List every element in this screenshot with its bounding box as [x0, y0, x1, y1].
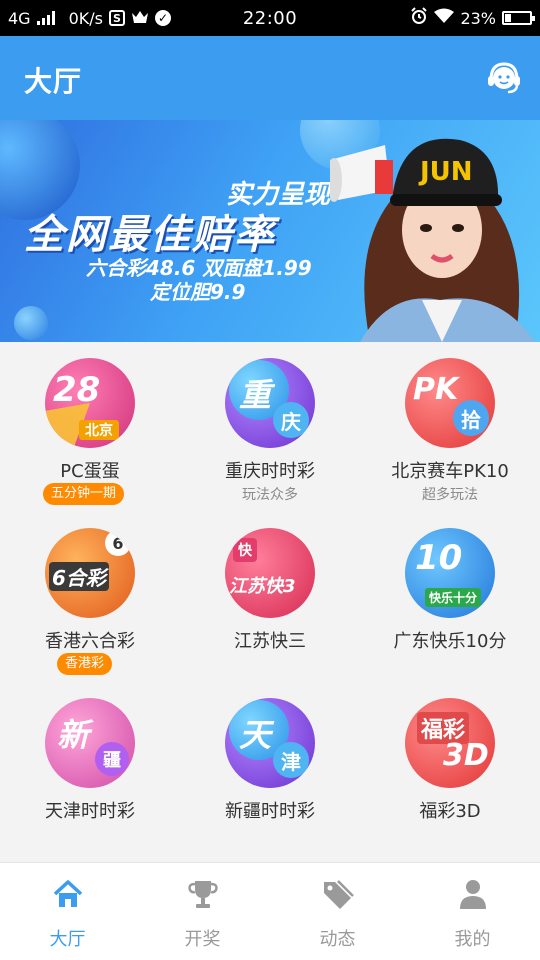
tab-label: 我的 — [454, 929, 491, 950]
person-icon — [459, 880, 486, 909]
game-hongkong-mark6[interactable]: 6合彩 6 香港六合彩 香港彩 — [0, 512, 180, 682]
tab-draw-results[interactable]: 开奖 — [135, 863, 270, 960]
guangdong-k10-icon: 10 快乐十分 — [405, 528, 495, 618]
game-name: 广东快乐10分 — [393, 631, 507, 652]
game-beijing-pk10[interactable]: PK 拾 北京赛车PK10 超多玩法 — [360, 342, 540, 512]
promo-banner[interactable]: 实力呈现 全网最佳赔率 六合彩48.6 双面盘1.99 定位胆9.9 JUN — [0, 120, 540, 342]
battery-percent: 23% — [460, 8, 496, 28]
game-name: 江苏快三 — [234, 631, 306, 652]
status-right: 23% — [410, 0, 535, 36]
game-fucai-3d[interactable]: 福彩 3D 福彩3D — [360, 682, 540, 852]
customer-service-icon[interactable] — [486, 60, 522, 96]
jiangsu-k3-icon: 快 江苏快3 — [225, 528, 315, 618]
tab-lobby[interactable]: 大厅 — [0, 863, 135, 960]
wifi-icon — [434, 8, 455, 28]
game-subtitle: 玩法众多 — [242, 487, 298, 503]
tab-label: 开奖 — [184, 929, 221, 950]
game-name: 新疆时时彩 — [225, 801, 315, 822]
game-xinjiang-ssc[interactable]: 天 津 新疆时时彩 — [180, 682, 360, 852]
game-tianjin-ssc[interactable]: 新 疆 天津时时彩 — [0, 682, 180, 852]
game-tag: 五分钟一期 — [43, 483, 125, 505]
page-title: 大厅 — [24, 65, 83, 98]
game-name: 重庆时时彩 — [225, 461, 315, 482]
game-jiangsu-k3[interactable]: 快 江苏快3 江苏快三 — [180, 512, 360, 682]
game-subtitle: 超多玩法 — [422, 487, 478, 503]
xinjiang-ssc-icon: 天 津 — [225, 698, 315, 788]
alarm-icon — [410, 7, 428, 29]
game-name: 福彩3D — [419, 801, 481, 822]
hongkong-mark6-icon: 6合彩 6 — [45, 528, 135, 618]
game-guangdong-k10[interactable]: 10 快乐十分 广东快乐10分 — [360, 512, 540, 682]
bottom-tab-bar: 大厅 开奖 动态 我的 — [0, 862, 540, 960]
game-chongqing-ssc[interactable]: 重 庆 重庆时时彩 玩法众多 — [180, 342, 360, 512]
cap-text: JUN — [418, 157, 473, 187]
trophy-icon — [187, 881, 218, 908]
status-bar: 4G 0K/s S ✓ 22:00 23% — [0, 0, 540, 36]
game-name: 北京赛车PK10 — [391, 461, 509, 482]
game-name: 天津时时彩 — [45, 801, 135, 822]
home-icon — [53, 880, 82, 907]
battery-icon — [502, 11, 535, 25]
banner-ball-decoration — [14, 306, 48, 340]
pc-dandan-icon: 28 北京 — [45, 358, 135, 448]
game-name: PC蛋蛋 — [60, 461, 120, 482]
tab-label: 大厅 — [49, 929, 86, 950]
game-tag: 香港彩 — [57, 653, 113, 675]
tab-updates[interactable]: 动态 — [270, 863, 405, 960]
game-grid: 28 北京 PC蛋蛋 五分钟一期 重 庆 重庆时时彩 玩法众多 PK 拾 北京赛… — [0, 342, 540, 862]
banner-odds-line-2: 定位胆9.9 — [150, 280, 246, 304]
fucai-3d-icon: 福彩 3D — [405, 698, 495, 788]
tag-icon — [323, 880, 354, 909]
chongqing-ssc-icon: 重 庆 — [225, 358, 315, 448]
banner-model-image: JUN — [330, 138, 535, 342]
beijing-pk10-icon: PK 拾 — [405, 358, 495, 448]
tab-label: 动态 — [319, 929, 356, 950]
app-header: 大厅 — [0, 36, 540, 120]
tianjin-ssc-icon: 新 疆 — [45, 698, 135, 788]
game-name: 香港六合彩 — [45, 631, 135, 652]
tab-profile[interactable]: 我的 — [405, 863, 540, 960]
game-pc-dandan[interactable]: 28 北京 PC蛋蛋 五分钟一期 — [0, 342, 180, 512]
